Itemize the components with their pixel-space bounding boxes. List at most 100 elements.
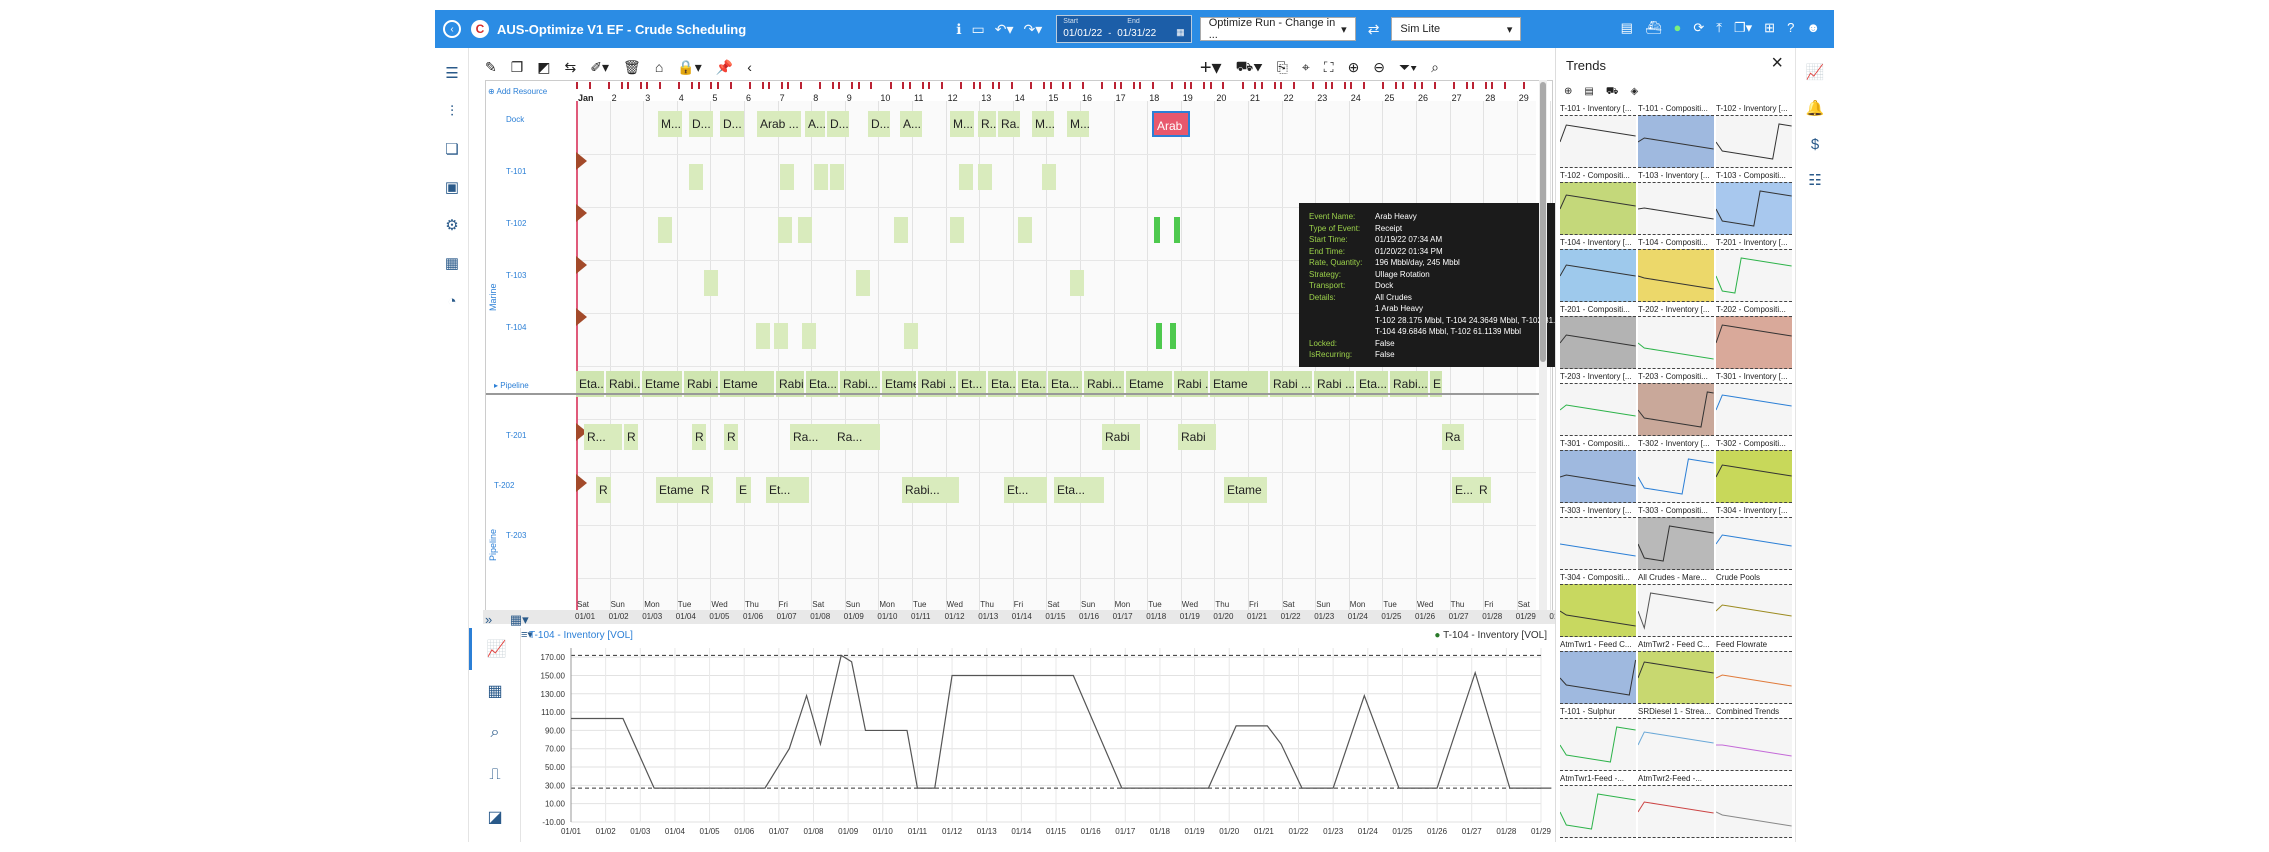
upload-icon[interactable]: ⤒ (1716, 20, 1722, 36)
tank-event[interactable] (658, 217, 672, 243)
trend-tile[interactable] (1716, 774, 1792, 841)
selected-event-part[interactable] (1154, 217, 1160, 243)
tank-event[interactable] (950, 217, 964, 243)
tank-event[interactable] (830, 164, 844, 190)
document-icon[interactable]: ▤ (1621, 20, 1633, 36)
line-chart-icon[interactable]: 📈 (469, 628, 521, 670)
dock-event[interactable]: Arab ... (757, 111, 801, 137)
tank-event[interactable] (689, 164, 703, 190)
tank-event[interactable] (704, 270, 718, 296)
t201-event[interactable]: Rabi (1178, 424, 1216, 450)
trend-tile[interactable]: T-104 - Inventory [... (1560, 238, 1636, 305)
trend-tile[interactable]: T-203 - Inventory [... (1560, 372, 1636, 439)
trend-tile[interactable]: T-304 - Compositi... (1560, 573, 1636, 640)
filter-icon[interactable]: ⏷▾ (1399, 59, 1417, 76)
monitor-icon[interactable]: ▭ (972, 21, 985, 38)
doc-settings-icon[interactable]: ⎘ (1277, 59, 1288, 76)
pages-icon[interactable]: ❏ (435, 130, 469, 168)
t201-event[interactable]: R (724, 424, 738, 450)
t201-event[interactable]: R (624, 424, 638, 450)
selected-event-part[interactable] (1174, 217, 1180, 243)
dock-event[interactable]: A... (805, 111, 825, 137)
resource-label[interactable]: T-102 (506, 219, 526, 228)
edit-box-icon[interactable]: ◩ (537, 59, 550, 76)
dock-event[interactable]: M... (950, 111, 974, 137)
tank-event[interactable] (814, 164, 828, 190)
sim-select[interactable]: Sim Lite ▾ (1391, 17, 1522, 41)
dock-event[interactable]: R... (978, 111, 996, 137)
trend-tile[interactable]: All Crudes - Mare... (1638, 573, 1714, 640)
trend-tile[interactable]: T-303 - Compositi... (1638, 506, 1714, 573)
dock-event[interactable]: Arab (1152, 111, 1190, 137)
gear-icon[interactable]: ⚙ (435, 206, 469, 244)
end-date[interactable]: 01/31/22 (1117, 28, 1156, 39)
drop-icon[interactable]: ◈ (1630, 86, 1638, 99)
stats-icon[interactable]: $ (1796, 126, 1834, 162)
trend-tile[interactable]: AtmTwr1 - Feed C... (1560, 640, 1636, 707)
dock-event[interactable]: M... (658, 111, 682, 137)
trend-tile[interactable]: SRDiesel 1 - Strea... (1638, 707, 1714, 774)
trend-tile[interactable]: T-202 - Inventory [... (1638, 305, 1714, 372)
t201-event[interactable]: Ra... (834, 424, 880, 450)
resource-label[interactable]: T-104 (506, 323, 526, 332)
dock-event[interactable]: M... (1067, 111, 1089, 137)
t202-event[interactable]: E (736, 477, 751, 503)
truck-icon[interactable]: ⛟▾ (1236, 58, 1263, 77)
tank-event[interactable] (978, 164, 992, 190)
table-search-icon[interactable]: ⌕ (469, 712, 521, 754)
t202-event[interactable]: R (698, 477, 713, 503)
trend-tile[interactable]: T-103 - Inventory [... (1638, 171, 1714, 238)
zoom-in-icon[interactable]: ⊕ (1348, 59, 1360, 76)
resource-label[interactable]: ▸ Pipeline (494, 381, 529, 390)
trend-tile[interactable]: T-303 - Inventory [... (1560, 506, 1636, 573)
document-icon[interactable]: ▤ (1584, 86, 1593, 99)
selected-event-part[interactable] (1170, 323, 1176, 349)
area-chart-icon[interactable]: ◪ (469, 796, 521, 838)
briefcase-icon[interactable]: ▣ (435, 168, 469, 206)
t201-event[interactable]: Rabi (1102, 424, 1140, 450)
resource-label[interactable]: Dock (506, 115, 524, 124)
resource-label[interactable]: T-202 (494, 481, 514, 490)
close-icon[interactable]: × (1771, 52, 1783, 75)
tank-event[interactable] (894, 217, 908, 243)
add-icon[interactable]: ⊕ (1564, 86, 1572, 99)
undo-icon[interactable]: ↶▾ (995, 21, 1014, 38)
trend-tile[interactable]: T-301 - Compositi... (1560, 439, 1636, 506)
trend-tile[interactable]: T-102 - Inventory [... (1716, 104, 1792, 171)
t201-event[interactable]: R... (584, 424, 622, 450)
trend-tile[interactable]: T-201 - Inventory [... (1716, 238, 1792, 305)
t202-event[interactable]: Et... (1004, 477, 1047, 503)
step-line-icon[interactable]: ⎍ (469, 754, 521, 796)
chevron-left-icon[interactable]: ‹ (747, 59, 752, 75)
compare-icon[interactable]: ⇄ (1368, 21, 1380, 38)
gantt-scrollbar[interactable] (1539, 80, 1547, 620)
t202-event[interactable]: R (596, 477, 611, 503)
trend-tile[interactable]: Feed Flowrate (1716, 640, 1792, 707)
trend-tile[interactable]: AtmTwr1-Feed -... (1560, 774, 1636, 841)
collapse-icon[interactable]: ⊞ (1764, 20, 1775, 36)
start-date[interactable]: 01/01/22 (1063, 28, 1102, 39)
trend-tile[interactable]: AtmTwr2 - Feed C... (1638, 640, 1714, 707)
t201-event[interactable]: R (692, 424, 706, 450)
run-select[interactable]: Optimize Run - Change in ... ▾ (1199, 17, 1356, 41)
trend-tile[interactable]: T-101 - Compositi... (1638, 104, 1714, 171)
t202-event[interactable]: R (1476, 477, 1491, 503)
t202-event[interactable]: Etame (656, 477, 699, 503)
dashboard-icon[interactable]: ▦ (435, 244, 469, 282)
trend-tile[interactable]: T-201 - Compositi... (1560, 305, 1636, 372)
tank-event[interactable] (756, 323, 770, 349)
copy-icon[interactable]: ❐▾ (1734, 20, 1752, 36)
search-icon[interactable]: ⌕ (1431, 59, 1439, 76)
tank-event[interactable] (959, 164, 973, 190)
dock-event[interactable]: D... (720, 111, 744, 137)
user-icon[interactable]: ☻ (1806, 20, 1820, 36)
add-resource-link[interactable]: ⊕ Add Resource (488, 87, 547, 96)
trend-tile[interactable]: T-101 - Sulphur (1560, 707, 1636, 774)
tank-event[interactable] (780, 164, 794, 190)
status-icon[interactable]: ● (1673, 20, 1681, 36)
ship-icon[interactable]: ⛴ (1645, 20, 1662, 36)
list-icon[interactable]: ☷ (1796, 162, 1834, 198)
trend-tile[interactable]: T-102 - Compositi... (1560, 171, 1636, 238)
collapse-down-icon[interactable]: » (485, 612, 492, 627)
trend-tile[interactable]: T-104 - Compositi... (1638, 238, 1714, 305)
